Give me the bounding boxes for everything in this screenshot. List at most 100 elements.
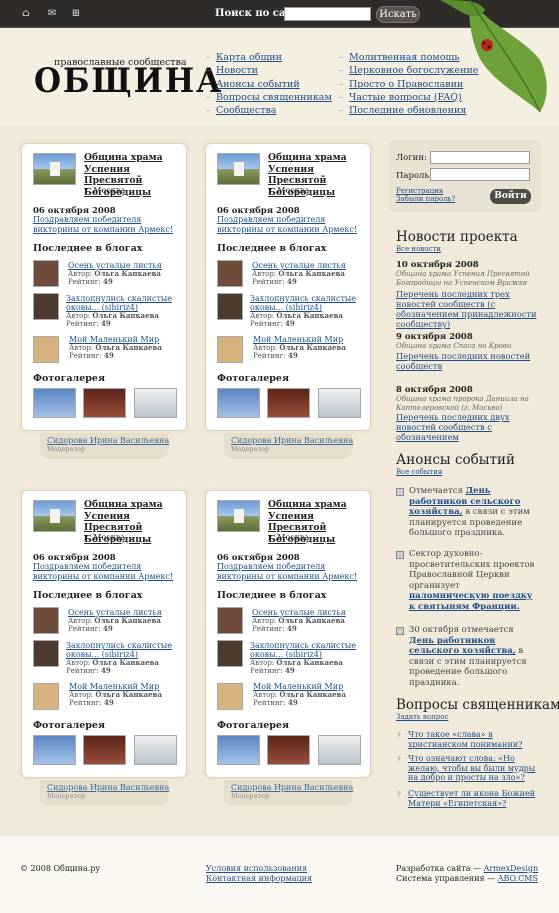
- nav-map[interactable]: Карта общин: [206, 51, 332, 64]
- blog-author: Автор: Ольга Капкаева: [69, 343, 162, 353]
- question-item[interactable]: Что означают слова: «Но желаю, чтобы вы …: [408, 754, 538, 783]
- blog-avatar[interactable]: [33, 683, 59, 710]
- blog-author: Автор: Ольга Капкаева: [253, 690, 346, 700]
- blog-avatar[interactable]: [217, 683, 243, 710]
- moderator-panel: Сидорова Ирина Васильевна Модератор: [40, 780, 169, 806]
- nav-column-2: Молитвенная помощь Церковное богослужени…: [339, 51, 478, 117]
- gallery-photo[interactable]: [33, 735, 76, 765]
- question-item[interactable]: Что такое «слава» в христианском пониман…: [408, 730, 538, 749]
- event-item[interactable]: Отмечается День работников сельского хоз…: [409, 486, 539, 539]
- home-icon[interactable]: ⌂: [20, 8, 32, 20]
- search-input[interactable]: [284, 7, 371, 21]
- ask-question-link[interactable]: Задать вопрос: [396, 713, 448, 721]
- gallery-heading: Фотогалерея: [33, 373, 105, 384]
- calendar-icon: [396, 488, 404, 496]
- blog-rating: Рейтинг: 49: [66, 666, 111, 676]
- moderator-name[interactable]: Сидорова Ирина Васильевна: [231, 783, 353, 792]
- parish-photo[interactable]: [217, 153, 260, 185]
- moderator-name[interactable]: Сидорова Ирина Васильевна: [47, 436, 169, 445]
- blog-avatar[interactable]: [33, 607, 59, 634]
- moderator-name[interactable]: Сидорова Ирина Васильевна: [231, 436, 353, 445]
- terms-link[interactable]: Условия использования: [206, 864, 307, 873]
- register-link[interactable]: Регистрация: [396, 187, 443, 195]
- blog-author: Автор: Ольга Капкаева: [253, 343, 346, 353]
- blog-avatar[interactable]: [33, 293, 59, 320]
- gallery-photo[interactable]: [318, 735, 361, 765]
- moderator-name[interactable]: Сидорова Ирина Васильевна: [47, 783, 169, 792]
- question-icon: ?: [397, 791, 401, 799]
- question-item[interactable]: Существует ли икона Божией Матери «Египе…: [408, 789, 538, 808]
- blog-avatar[interactable]: [217, 640, 243, 667]
- event-item[interactable]: Сектор духовно-просветительских проектов…: [409, 549, 539, 612]
- parish-photo[interactable]: [33, 153, 76, 185]
- news-link[interactable]: Поздравляем победителя викторины от комп…: [33, 215, 183, 235]
- login-label: Логин:: [396, 153, 427, 163]
- event-item[interactable]: 30 октября отмечается День работников се…: [409, 625, 539, 688]
- gallery-photo[interactable]: [267, 735, 310, 765]
- nav-questions[interactable]: Вопросы священникам: [206, 91, 332, 104]
- blog-title[interactable]: Захлопнулись скалистые оковы... (sibiriz…: [66, 641, 176, 659]
- blog-avatar[interactable]: [33, 260, 59, 287]
- news-link[interactable]: Поздравляем победителя викторины от комп…: [217, 562, 367, 582]
- logo[interactable]: ОБЩИНА: [34, 62, 223, 101]
- nav-news[interactable]: Новости: [206, 64, 332, 77]
- login-button[interactable]: Войти: [490, 189, 531, 204]
- nav-events[interactable]: Анонсы событий: [206, 78, 332, 91]
- nav-faq[interactable]: Частые вопросы (FAQ): [339, 91, 478, 104]
- gallery-photo[interactable]: [318, 388, 361, 418]
- blog-title[interactable]: Захлопнулись скалистые оковы... (sibiriz…: [250, 641, 360, 659]
- blog-rating: Рейтинг: 49: [68, 624, 113, 634]
- nav-communities[interactable]: Сообщества: [206, 104, 332, 117]
- all-events-link[interactable]: Все события: [396, 468, 442, 476]
- password-input[interactable]: [430, 168, 530, 181]
- parish-photo[interactable]: [33, 500, 76, 532]
- blog-avatar[interactable]: [33, 640, 59, 667]
- nav-orthodoxy[interactable]: Просто о Православии: [339, 78, 478, 91]
- all-news-link[interactable]: Все новости: [396, 245, 441, 253]
- gallery-photo[interactable]: [134, 735, 177, 765]
- contacts-link[interactable]: Контактная информация: [206, 874, 312, 883]
- news-link[interactable]: Перечень последних трех новостей сообщес…: [396, 289, 546, 329]
- gallery-photo[interactable]: [267, 388, 310, 418]
- parish-city: г. Москва: [268, 533, 310, 542]
- developer-link[interactable]: ArmexDesign: [484, 864, 539, 873]
- gallery-photo[interactable]: [83, 735, 126, 765]
- parish-photo[interactable]: [217, 500, 260, 532]
- moderator-panel: Сидорова Ирина Васильевна Модератор: [224, 780, 353, 806]
- search-button[interactable]: Искать: [376, 6, 420, 23]
- blog-avatar[interactable]: [33, 336, 59, 363]
- blog-author: Автор: Ольга Капкаева: [66, 658, 159, 668]
- gallery-photo[interactable]: [33, 388, 76, 418]
- gallery-photo[interactable]: [83, 388, 126, 418]
- question-icon: ?: [397, 732, 401, 740]
- blog-title[interactable]: Захлопнулись скалистые оковы... (sibiriz…: [250, 294, 360, 312]
- blog-author: Автор: Ольга Капкаева: [68, 616, 161, 626]
- nav-prayer[interactable]: Молитвенная помощь: [339, 51, 478, 64]
- blog-rating: Рейтинг: 49: [69, 698, 114, 708]
- news-source: Община храма Спаса на Крови: [396, 342, 512, 350]
- blog-title[interactable]: Захлопнулись скалистые оковы... (sibiriz…: [66, 294, 176, 312]
- news-link[interactable]: Поздравляем победителя викторины от комп…: [217, 215, 367, 235]
- moderator-role: Модератор: [231, 445, 270, 453]
- parish-city: г. Москва: [84, 533, 126, 542]
- blog-avatar[interactable]: [217, 336, 243, 363]
- cms-link[interactable]: ABO.CMS: [498, 874, 538, 883]
- community-card: Община храма Успения Пресвятой Богородиц…: [21, 143, 187, 431]
- mail-icon[interactable]: ✉: [46, 8, 58, 20]
- gallery-photo[interactable]: [217, 735, 260, 765]
- password-label: Пароль:: [396, 171, 432, 181]
- news-link[interactable]: Перечень последних новостей сообществ: [396, 351, 546, 371]
- gallery-photo[interactable]: [217, 388, 260, 418]
- news-link[interactable]: Поздравляем победителя викторины от комп…: [33, 562, 183, 582]
- sitemap-icon[interactable]: ⊞: [70, 8, 82, 20]
- blog-avatar[interactable]: [217, 293, 243, 320]
- gallery-photo[interactable]: [134, 388, 177, 418]
- login-input[interactable]: [430, 151, 530, 164]
- nav-updates[interactable]: Последние обновления: [339, 104, 478, 117]
- blog-avatar[interactable]: [217, 607, 243, 634]
- forgot-password-link[interactable]: Забыли пароль?: [396, 195, 455, 203]
- nav-service[interactable]: Церковное богослужение: [339, 64, 478, 77]
- blogs-heading: Последнее в блогах: [217, 590, 327, 601]
- blog-avatar[interactable]: [217, 260, 243, 287]
- news-link[interactable]: Перечень последних двух новостей сообщес…: [396, 412, 546, 442]
